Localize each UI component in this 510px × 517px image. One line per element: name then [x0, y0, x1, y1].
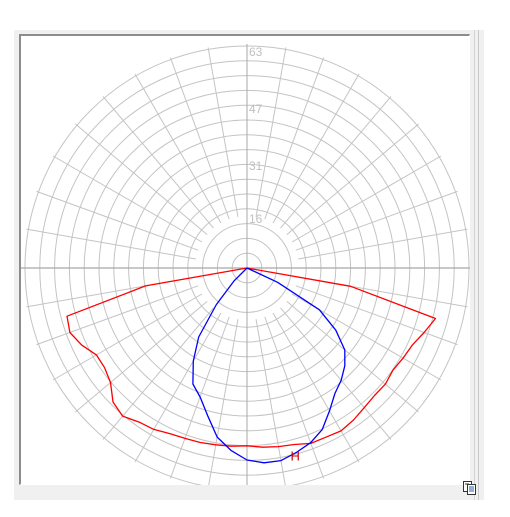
- grid-spoke: [207, 47, 239, 217]
- grid-spoke: [26, 228, 196, 260]
- grid-spoke: [298, 228, 468, 260]
- grid-spoke: [102, 307, 214, 440]
- grid-spoke: [272, 312, 360, 463]
- polar-chart: 16 31 47 63 H: [21, 44, 470, 485]
- copy-icon[interactable]: [463, 481, 477, 495]
- polar-chart-panel: 16 31 47 63 H: [14, 30, 484, 500]
- grid-spoke: [52, 155, 203, 243]
- panel-right-border: [474, 30, 484, 500]
- photometric-window: 16 31 47 63 H: [0, 0, 510, 517]
- polar-plot-frame: 16 31 47 63 H: [19, 34, 470, 485]
- grid-spoke: [75, 301, 208, 413]
- grid-spoke: [52, 293, 203, 381]
- radial-tick-47: 47: [249, 102, 263, 116]
- grid-spoke: [102, 96, 214, 229]
- radial-tick-31: 31: [249, 159, 263, 173]
- intensity-curve-blue: [192, 267, 346, 464]
- grid-spoke: [134, 73, 222, 224]
- grid-spoke: [280, 307, 392, 440]
- panel-right-groove: [478, 30, 479, 500]
- grid-spoke: [272, 73, 360, 224]
- grid-spoke: [134, 312, 222, 463]
- grid-spoke: [286, 301, 419, 413]
- radial-tick-16: 16: [249, 212, 263, 226]
- polar-grid: [21, 44, 470, 485]
- grid-spoke: [286, 123, 419, 235]
- grid-spoke: [255, 47, 287, 217]
- grid-spoke: [75, 123, 208, 235]
- grid-spoke: [291, 155, 442, 243]
- plane-label-h: H: [291, 449, 300, 464]
- intensity-curve-red: [66, 267, 437, 448]
- grid-spoke: [280, 96, 392, 229]
- radial-tick-63: 63: [249, 45, 263, 59]
